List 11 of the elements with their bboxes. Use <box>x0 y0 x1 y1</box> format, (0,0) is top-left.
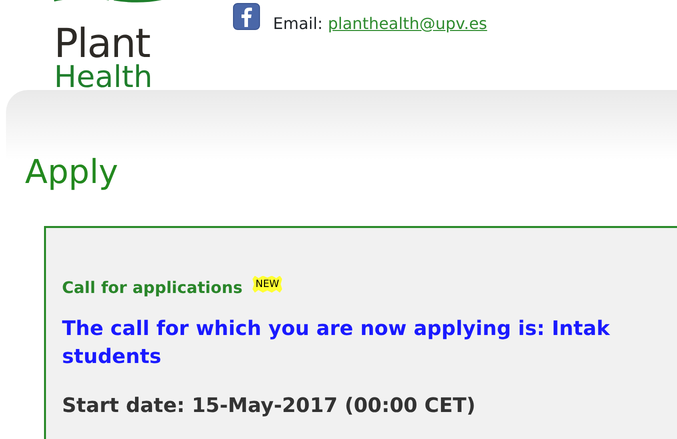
new-badge: NEW <box>252 276 282 293</box>
start-date: Start date: 15-May-2017 (00:00 CET) <box>62 392 476 419</box>
call-description-line: The call for which you are now applying is: Intak <box>62 314 610 342</box>
call-description-line: students <box>62 342 162 370</box>
call-heading: Call for applications <box>62 278 242 297</box>
facebook-icon[interactable] <box>233 3 260 30</box>
email-label: Email: <box>273 14 323 33</box>
page-title: Apply <box>25 152 118 192</box>
logo-text: Health <box>54 64 153 92</box>
email-link[interactable]: planthealth@upv.es <box>328 14 488 33</box>
logo-text: Plant <box>54 24 150 64</box>
